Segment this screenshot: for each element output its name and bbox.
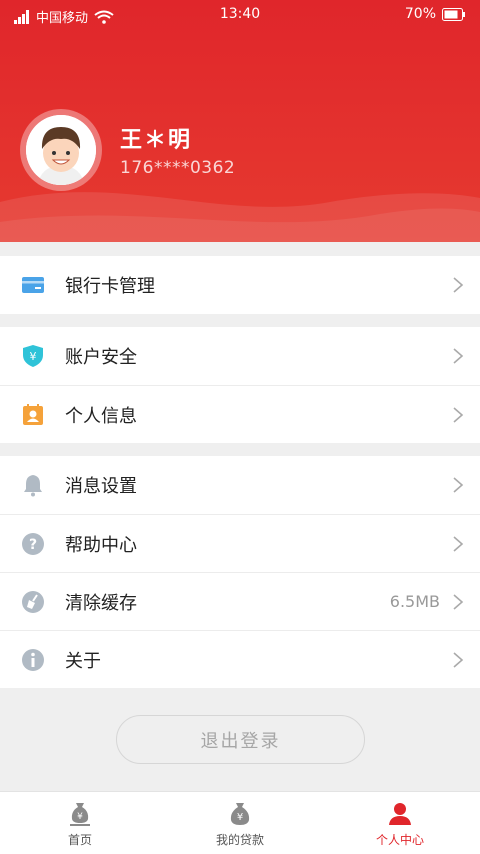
menu-group-account: ¥ 账户安全 个人信息 [0,327,480,443]
cache-size: 6.5MB [389,592,440,611]
bottom-tab-bar: ¥ 首页 ¥ 我的贷款 个人中心 [0,791,480,854]
chevron-right-icon [453,652,464,668]
avatar-image [26,115,96,185]
battery-percent: 70% [404,6,436,22]
tab-my-loans[interactable]: ¥ 我的贷款 [160,792,320,854]
profile-header: 中国移动 13:40 70% 王＊明 176****0362 [0,0,480,242]
menu-item-personal-info[interactable]: 个人信息 [0,385,480,443]
tab-label: 个人中心 [375,833,424,847]
tab-label: 我的贷款 [215,833,264,847]
loan-bag-icon: ¥ [230,803,250,825]
menu-item-help-center[interactable]: ? 帮助中心 [0,514,480,572]
avatar[interactable] [20,109,102,191]
svg-text:¥: ¥ [77,812,83,822]
menu-group-settings: 消息设置 ? 帮助中心 清除缓存 6.5MB 关于 [0,456,480,688]
menu-group-bank: 银行卡管理 [0,256,480,314]
user-name: 王＊明 [120,128,193,153]
contact-card-icon [23,404,43,425]
broom-icon [22,591,44,613]
info-icon [22,649,44,671]
tab-home[interactable]: ¥ 首页 [0,792,160,854]
status-bar: 中国移动 13:40 70% [0,0,480,30]
chevron-right-icon [453,477,464,493]
menu-label: 消息设置 [65,476,137,497]
chevron-right-icon [453,594,464,610]
menu-label: 帮助中心 [65,534,137,556]
home-money-bag-icon: ¥ [70,803,90,826]
menu-label: 关于 [65,650,101,672]
menu-label: 个人信息 [65,405,137,427]
chevron-right-icon [453,536,464,552]
user-icon [389,803,411,825]
menu-item-clear-cache[interactable]: 清除缓存 6.5MB [0,572,480,630]
menu-item-account-security[interactable]: ¥ 账户安全 [0,327,480,385]
battery-icon [442,7,465,21]
tab-label: 首页 [67,833,92,847]
logout-button[interactable]: 退出登录 [116,715,365,764]
chevron-right-icon [453,407,464,423]
menu-label: 银行卡管理 [65,276,155,297]
svg-text:¥: ¥ [30,350,37,363]
bank-card-icon [22,277,44,293]
user-phone: 176****0362 [120,158,236,178]
chevron-right-icon [453,277,464,293]
menu-item-message-settings[interactable]: 消息设置 [0,456,480,514]
bell-icon [24,475,42,497]
menu-label: 清除缓存 [65,592,137,614]
chevron-right-icon [453,348,464,364]
shield-yen-icon: ¥ [23,345,43,367]
menu-item-about[interactable]: 关于 [0,630,480,688]
svg-text:¥: ¥ [237,812,243,823]
svg-text:?: ? [29,537,37,553]
menu-label: 账户安全 [65,347,137,368]
tab-personal-center[interactable]: 个人中心 [320,792,480,854]
help-icon: ? [22,533,44,555]
menu-item-bank-card[interactable]: 银行卡管理 [0,256,480,314]
